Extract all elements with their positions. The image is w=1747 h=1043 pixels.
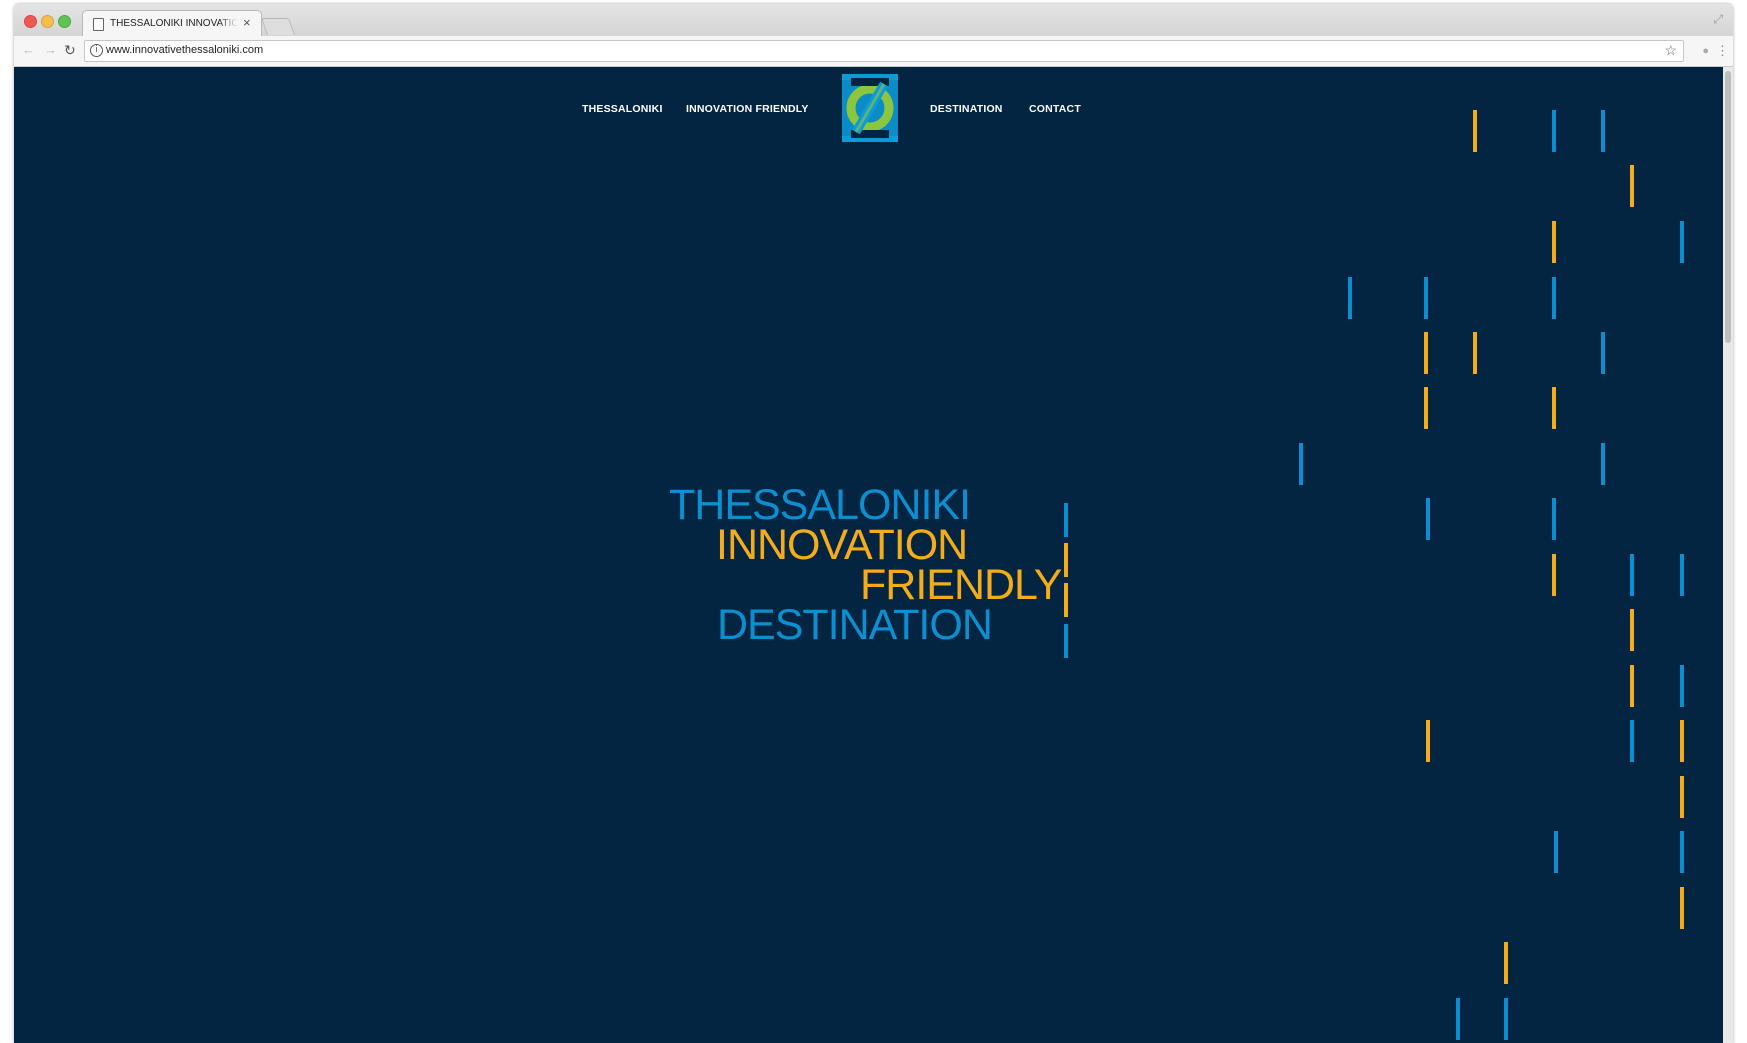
decor-bar (1426, 720, 1430, 762)
vertical-scrollbar[interactable] (1723, 67, 1733, 1043)
decor-bar (1630, 665, 1634, 707)
reload-icon[interactable]: ↻ (64, 42, 76, 58)
document-icon (93, 18, 104, 31)
decor-bar (1552, 110, 1556, 152)
decor-bar (1601, 110, 1605, 152)
minimize-window-button[interactable] (41, 15, 54, 28)
decor-bar (1680, 831, 1684, 873)
decor-bar (1630, 720, 1634, 762)
scrollbar-thumb[interactable] (1725, 71, 1731, 343)
browser-toolbar: ← → ↻ i www.innovativethessaloniki.com ☆… (14, 36, 1733, 67)
nav-link-thessaloniki[interactable]: THESSALONIKI (582, 103, 663, 115)
hero-bar-2 (1064, 543, 1068, 577)
tab-title: THESSALONIKI INNOVATION FRIENDLY DESTINA… (110, 18, 238, 29)
decor-bar (1424, 387, 1428, 429)
decor-bar (1554, 831, 1558, 873)
decor-bar (1504, 998, 1508, 1040)
menu-icon[interactable]: ⋮ (1716, 43, 1729, 59)
decor-bar (1504, 942, 1508, 984)
decor-bar (1552, 221, 1556, 263)
hero-bar-4 (1064, 624, 1068, 658)
url-text[interactable]: www.innovativethessaloniki.com (106, 44, 263, 56)
decor-bar (1601, 443, 1605, 485)
nav-link-destination[interactable]: DESTINATION (930, 103, 1003, 115)
hero-bar-3 (1064, 583, 1068, 617)
new-tab-button[interactable] (260, 18, 296, 35)
decor-bar (1630, 609, 1634, 651)
star-icon[interactable]: ☆ (1664, 42, 1677, 59)
address-bar[interactable]: i www.innovativethessaloniki.com ☆ ● ⋮ (84, 40, 1729, 62)
close-window-button[interactable] (24, 15, 37, 28)
decor-bar (1630, 554, 1634, 596)
tab-bar: THESSALONIKI INNOVATION FRIENDLY DESTINA… (14, 4, 1733, 37)
decor-bar (1552, 498, 1556, 540)
decor-bar (1680, 776, 1684, 818)
back-icon[interactable]: ← (22, 42, 35, 58)
decor-bar (1680, 554, 1684, 596)
browser-tab[interactable]: THESSALONIKI INNOVATION FRIENDLY DESTINA… (82, 10, 262, 37)
nav-link-innovation-friendly[interactable]: INNOVATION FRIENDLY (686, 103, 809, 115)
decor-bar (1299, 443, 1303, 485)
page-viewport: THESSALONIKI INNOVATION FRIENDLY DESTINA… (14, 67, 1723, 1043)
decor-bar (1426, 498, 1430, 540)
decor-bar (1456, 998, 1460, 1040)
hero-bar-1 (1064, 503, 1068, 537)
decor-bar (1680, 720, 1684, 762)
site-logo[interactable] (842, 74, 898, 142)
decor-bar (1424, 277, 1428, 319)
forward-icon[interactable]: → (44, 42, 57, 58)
fullscreen-icon[interactable]: ⤢ (1713, 12, 1723, 27)
browser-window: THESSALONIKI INNOVATION FRIENDLY DESTINA… (14, 4, 1733, 1043)
decor-bar (1473, 332, 1477, 374)
decor-bar (1473, 110, 1477, 152)
hero-line-destination: DESTINATION (717, 601, 993, 649)
decor-bar (1348, 277, 1352, 319)
extension-icon[interactable]: ● (1702, 45, 1709, 57)
tab-close-icon[interactable]: × (243, 16, 251, 30)
decor-bar (1601, 332, 1605, 374)
info-icon[interactable]: i (90, 44, 103, 57)
decor-bar (1680, 665, 1684, 707)
decor-bar (1680, 221, 1684, 263)
logo-icon (842, 74, 898, 142)
decor-bar (1552, 387, 1556, 429)
decor-bar (1552, 277, 1556, 319)
decor-bar (1630, 165, 1634, 207)
nav-link-contact[interactable]: CONTACT (1029, 103, 1081, 115)
decor-bar (1680, 887, 1684, 929)
decor-bar (1552, 554, 1556, 596)
zoom-window-button[interactable] (58, 15, 71, 28)
decor-bar (1424, 332, 1428, 374)
